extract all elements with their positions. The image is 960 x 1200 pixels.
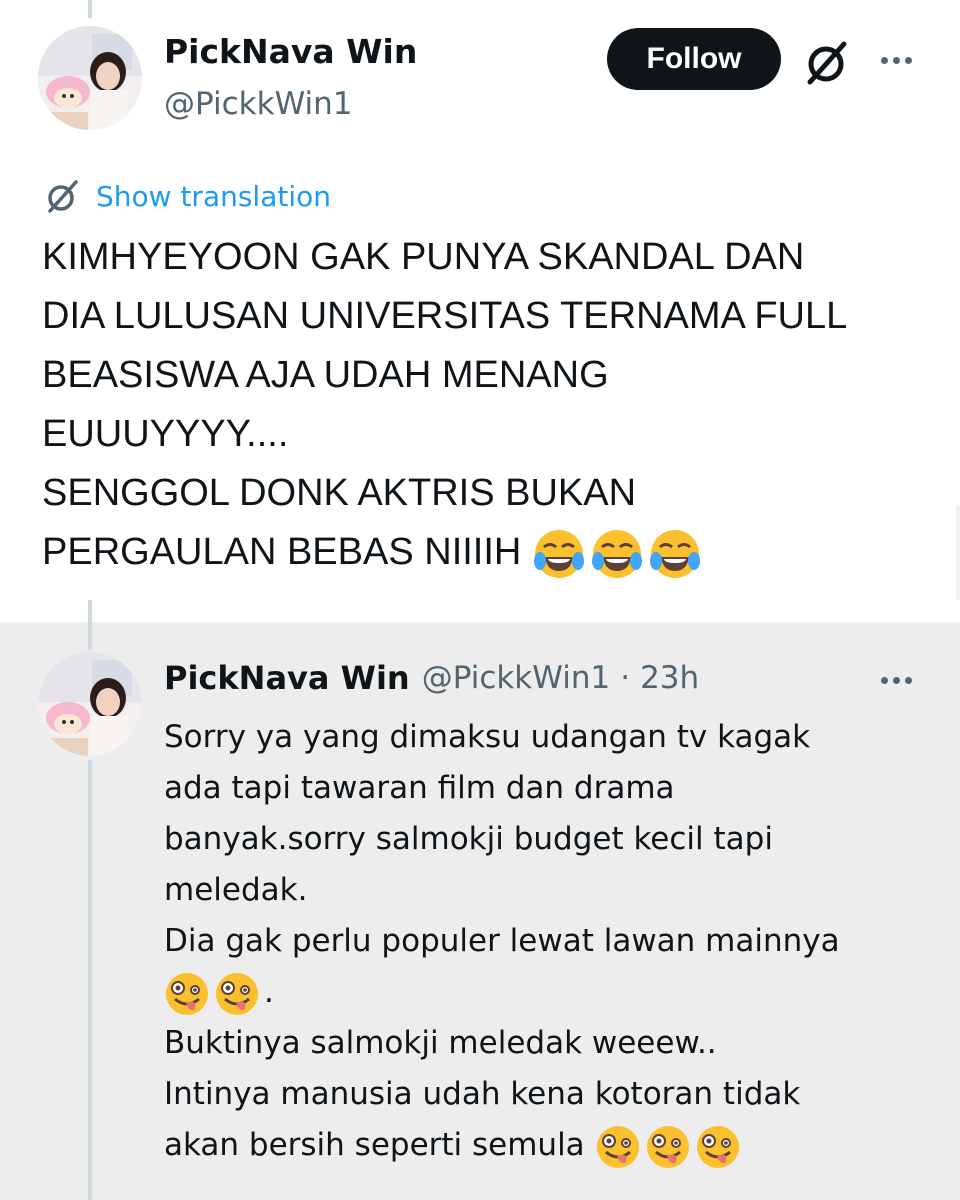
timestamp[interactable]: 23h [640, 660, 699, 696]
author-name[interactable]: PickNava Win [164, 32, 417, 71]
tears-of-joy-emoji-icon [532, 527, 586, 581]
reply-emoji-line: . [164, 967, 944, 1018]
tears-of-joy-emoji-icon [590, 527, 644, 581]
tweet-text: KIMHYEYOON GAK PUNYA SKANDAL DAN DIA LUL… [42, 228, 942, 582]
translate-icon [48, 180, 78, 213]
more-options-icon[interactable] [872, 660, 920, 700]
tweet-text-line: KIMHYEYOON GAK PUNYA SKANDAL DAN [42, 236, 805, 278]
author-name[interactable]: PickNava Win [164, 659, 410, 697]
main-tweet: PickNava Win @PickkWin1 Follow Show tran… [0, 0, 960, 622]
tweet-text-line: BEASISWA AJA UDAH MENANG [42, 354, 609, 396]
avatar[interactable] [38, 26, 142, 130]
reply-text-line: ada tapi tawaran film dan drama [164, 770, 675, 806]
reply-text-line: Intinya manusia udah kena kotoran tidak [164, 1076, 801, 1112]
zany-face-emoji-icon [164, 971, 210, 1017]
tweet-text-line-last: PERGAULAN BEBAS NIIIIH [42, 523, 942, 582]
reply-text-line: meledak. [164, 872, 308, 908]
reply-text: Sorry ya yang dimaksu udangan tv kagak a… [164, 712, 944, 1171]
tweet-text-line: EUUUYYYY.... [42, 413, 289, 455]
follow-button[interactable]: Follow [607, 28, 781, 90]
reply-header: PickNava Win @PickkWin1 · 23h [164, 656, 699, 700]
reply-text-line: Dia gak perlu populer lewat lawan mainny… [164, 923, 840, 959]
reply-text-line: banyak.sorry salmokji budget kecil tapi [164, 821, 773, 857]
thread-line [88, 0, 92, 18]
tears-of-joy-emoji-icon [648, 527, 702, 581]
zany-face-emoji-icon [595, 1124, 641, 1170]
reply-text-line: Buktinya salmokji meledak weeew.. [164, 1025, 717, 1061]
grok-icon[interactable] [800, 34, 856, 90]
more-options-icon[interactable] [872, 40, 920, 80]
zany-face-emoji-icon [214, 971, 260, 1017]
separator-dot: · [620, 660, 631, 696]
reply-text-line-last: akan bersih seperti semula [164, 1120, 944, 1171]
author-handle[interactable]: @PickkWin1 [164, 86, 353, 122]
avatar[interactable] [38, 652, 142, 756]
edge-divider [956, 505, 960, 600]
reply-text-line: Sorry ya yang dimaksu udangan tv kagak [164, 719, 811, 755]
tweet-text-line: DIA LULUSAN UNIVERSITAS TERNAMA FULL [42, 295, 848, 337]
thread-line [88, 600, 92, 650]
show-translation[interactable]: Show translation [44, 175, 331, 217]
zany-face-emoji-icon [645, 1124, 691, 1170]
author-handle[interactable]: @PickkWin1 [422, 660, 611, 696]
tweet-text-line: SENGGOL DONK AKTRIS BUKAN [42, 472, 637, 514]
zany-face-emoji-icon [695, 1124, 741, 1170]
show-translation-link[interactable]: Show translation [96, 180, 331, 213]
thread-line [88, 760, 92, 1200]
